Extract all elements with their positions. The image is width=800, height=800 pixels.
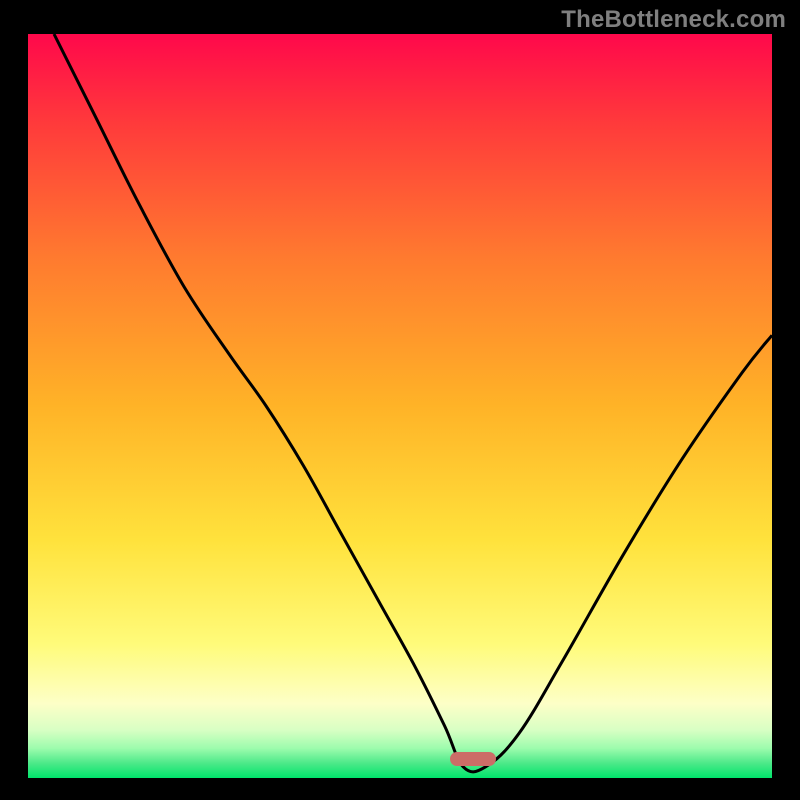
chart-frame: TheBottleneck.com [0, 0, 800, 800]
plot-svg [28, 34, 772, 778]
gradient-background [28, 34, 772, 778]
watermark-text: TheBottleneck.com [561, 6, 786, 34]
plot-area [28, 34, 772, 778]
optimal-marker [450, 752, 496, 766]
